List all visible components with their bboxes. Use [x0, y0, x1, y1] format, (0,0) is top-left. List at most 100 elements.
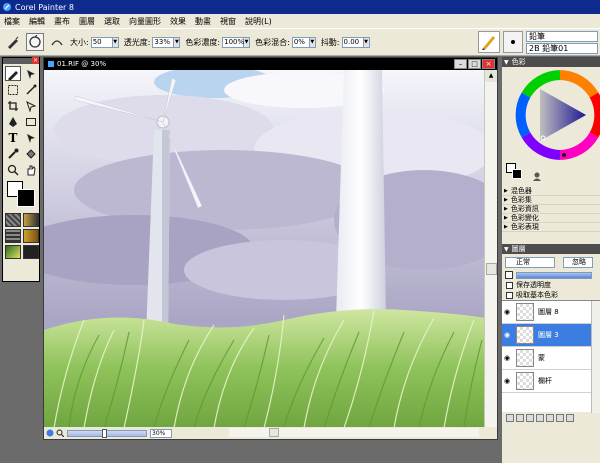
- document-titlebar[interactable]: 01.RIF @ 30% – □ ×: [44, 58, 497, 70]
- color-mix-input[interactable]: 0%: [291, 36, 310, 48]
- menu-shapes[interactable]: 向量圖形: [129, 16, 161, 27]
- color-depth-dropdown-icon[interactable]: ▼: [244, 36, 251, 48]
- magic-wand-tool[interactable]: [23, 82, 39, 97]
- eye-icon[interactable]: ◉: [502, 331, 512, 339]
- vertical-scroll-thumb[interactable]: [486, 263, 497, 275]
- color-mix-dropdown-icon[interactable]: ▼: [309, 36, 316, 48]
- stroke-type-icon[interactable]: [48, 33, 66, 51]
- new-group-icon[interactable]: [546, 414, 554, 422]
- pen-tool[interactable]: [5, 114, 21, 129]
- color-swatches[interactable]: [3, 179, 39, 211]
- layer-commands-icon[interactable]: [506, 414, 514, 422]
- menu-file[interactable]: 檔案: [4, 16, 20, 27]
- nozzle-selector[interactable]: [5, 245, 21, 259]
- expand-triangle-icon[interactable]: ▶: [504, 188, 508, 194]
- opacity-input[interactable]: 33%: [152, 36, 175, 48]
- zoom-value[interactable]: 30%: [150, 428, 172, 438]
- close-icon[interactable]: ×: [482, 59, 495, 69]
- color-depth-input[interactable]: 100%: [222, 36, 244, 48]
- vertical-scrollbar[interactable]: ▲: [484, 70, 497, 428]
- layer-opacity-slider[interactable]: [516, 271, 592, 279]
- menu-window[interactable]: 視窗: [220, 16, 236, 27]
- crop-tool[interactable]: [5, 98, 21, 113]
- blend-mode-select[interactable]: 正常: [505, 256, 555, 268]
- eye-icon[interactable]: ◉: [502, 308, 512, 316]
- globe-icon[interactable]: [46, 429, 54, 437]
- delete-layer-icon[interactable]: [566, 414, 574, 422]
- menu-layers[interactable]: 圖層: [79, 16, 95, 27]
- maximize-icon[interactable]: □: [468, 59, 481, 69]
- dynamic-plugins-icon[interactable]: [516, 414, 524, 422]
- palette-color-expression[interactable]: ▶ 色彩表現: [502, 223, 600, 232]
- color-wheel[interactable]: [502, 67, 600, 177]
- zoom-slider-knob[interactable]: [102, 428, 107, 438]
- toolbox-close-icon[interactable]: ×: [32, 57, 39, 64]
- painting-canvas[interactable]: [44, 70, 485, 428]
- lock-layer-icon[interactable]: [556, 414, 564, 422]
- weaving-selector[interactable]: [23, 229, 39, 243]
- jitter-dropdown-icon[interactable]: ▼: [363, 36, 370, 48]
- magnifier-tool[interactable]: [5, 162, 21, 177]
- eye-icon[interactable]: ◉: [502, 354, 512, 362]
- palette-additional-color[interactable]: [512, 169, 522, 179]
- expand-triangle-icon[interactable]: ▶: [504, 215, 508, 221]
- zoom-slider[interactable]: [67, 428, 147, 438]
- layer-row[interactable]: ◉ 蒙: [502, 347, 600, 370]
- scroll-up-icon[interactable]: ▲: [485, 70, 497, 82]
- text-tool[interactable]: T: [5, 130, 21, 145]
- horizontal-scroll-thumb[interactable]: [269, 428, 279, 437]
- rect-select-tool[interactable]: [5, 82, 21, 97]
- minimize-icon[interactable]: –: [454, 59, 467, 69]
- clone-color-icon[interactable]: [532, 171, 542, 181]
- additional-color-swatch[interactable]: [17, 189, 35, 207]
- composite-depth-select[interactable]: 忽略: [563, 256, 593, 268]
- collapse-triangle-icon[interactable]: ▼: [504, 246, 509, 253]
- pattern-selector[interactable]: [5, 229, 21, 243]
- jitter-input[interactable]: 0.00: [341, 36, 364, 48]
- opacity-dropdown-icon[interactable]: ▼: [174, 36, 181, 48]
- layer-adjuster-tool[interactable]: [23, 66, 39, 81]
- shape-selection-tool[interactable]: [23, 130, 39, 145]
- paper-selector[interactable]: [5, 213, 21, 227]
- preserve-transparency-checkbox[interactable]: [506, 281, 513, 289]
- brush-category-icon[interactable]: [478, 31, 500, 53]
- size-dropdown-icon[interactable]: ▼: [112, 36, 119, 48]
- toolbox-header[interactable]: ×: [3, 57, 39, 64]
- gradient-selector[interactable]: [23, 213, 39, 227]
- reset-tool-icon[interactable]: [26, 33, 44, 51]
- layer-mask-icon[interactable]: [536, 414, 544, 422]
- paint-bucket-tool[interactable]: [23, 146, 39, 161]
- dab-preview-icon[interactable]: [503, 31, 523, 53]
- dropper-tool[interactable]: [5, 146, 21, 161]
- new-layer-icon[interactable]: [526, 414, 534, 422]
- brush-variant-select[interactable]: 2B 鉛筆01: [526, 42, 598, 54]
- pick-up-color-checkbox[interactable]: [506, 291, 513, 299]
- selection-adjuster-tool[interactable]: [23, 98, 39, 113]
- layer-row-selected[interactable]: ◉ 圖層 3: [502, 324, 600, 347]
- menu-select[interactable]: 選取: [104, 16, 120, 27]
- layers-palette-header[interactable]: ▼ 圖層: [502, 244, 600, 254]
- eye-icon[interactable]: ◉: [502, 377, 512, 385]
- expand-triangle-icon[interactable]: ▶: [504, 197, 508, 203]
- look-selector[interactable]: [23, 245, 39, 259]
- menu-movie[interactable]: 動畫: [195, 16, 211, 27]
- color-picker[interactable]: [502, 67, 600, 187]
- menu-edit[interactable]: 編輯: [29, 16, 45, 27]
- rectangle-shape-tool[interactable]: [23, 114, 39, 129]
- expand-triangle-icon[interactable]: ▶: [504, 224, 508, 230]
- color-palette-header[interactable]: ▼ 色彩: [502, 57, 600, 67]
- pick-up-color-row[interactable]: 吸取基本色彩: [502, 290, 600, 300]
- menu-canvas[interactable]: 畫布: [54, 16, 70, 27]
- layer-row[interactable]: ◉ 欄杆: [502, 370, 600, 393]
- zoom-icon[interactable]: [56, 429, 64, 437]
- layer-row[interactable]: ◉ 圖層 8: [502, 301, 600, 324]
- layers-scrollbar[interactable]: [591, 301, 600, 413]
- preserve-transparency-row[interactable]: 保存透明度: [502, 280, 600, 290]
- expand-triangle-icon[interactable]: ▶: [504, 206, 508, 212]
- brush-tool-icon[interactable]: [4, 33, 22, 51]
- horizontal-scrollbar[interactable]: [229, 428, 479, 437]
- collapse-triangle-icon[interactable]: ▼: [504, 59, 509, 66]
- size-input[interactable]: 50: [90, 36, 113, 48]
- brush-tool[interactable]: [5, 66, 21, 81]
- grabber-tool[interactable]: [23, 162, 39, 177]
